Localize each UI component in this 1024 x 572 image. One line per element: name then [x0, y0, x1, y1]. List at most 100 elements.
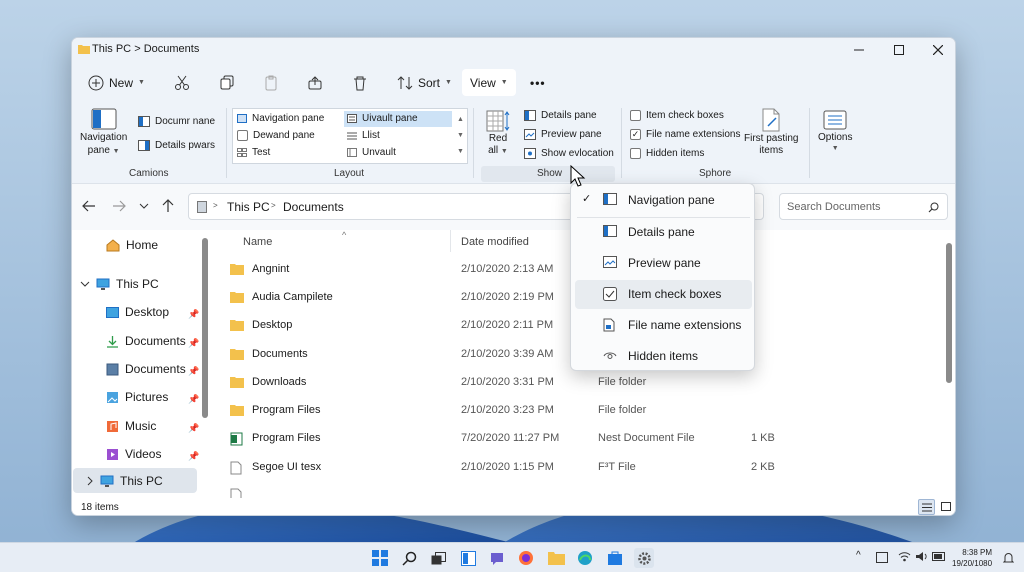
options-button[interactable]: Options ▼ — [818, 110, 852, 152]
forward-arrow-icon[interactable] — [112, 200, 126, 212]
checkmark-icon: ✓ — [582, 193, 592, 205]
first-pasting-items-button[interactable]: First pasting items — [744, 108, 798, 156]
pictures-icon — [107, 391, 118, 403]
file-row[interactable]: Downloads 2/10/2020 3:31 PM File folder — [230, 369, 930, 397]
layout-option-llist[interactable]: Llist — [347, 130, 380, 141]
view-button[interactable]: View ▼ — [462, 69, 516, 96]
pin-icon[interactable]: 📌 — [188, 423, 199, 434]
layout-option-unvault[interactable]: Unvault — [347, 147, 396, 158]
file-explorer-taskbar-button[interactable] — [546, 548, 566, 568]
chevron-up-icon[interactable]: ^ — [856, 550, 861, 561]
item-check-boxes-toggle[interactable]: Item check boxes — [630, 110, 724, 121]
file-list-scrollbar[interactable] — [946, 243, 952, 383]
sidebar-item-this-pc-bottom[interactable]: This PC — [86, 474, 163, 488]
menu-item-hidden-items[interactable]: Hidden items — [575, 342, 752, 371]
pin-icon[interactable]: 📌 — [188, 394, 199, 405]
task-view-button[interactable] — [428, 548, 448, 568]
menu-item-file-name-extensions[interactable]: File name extensions — [575, 311, 752, 340]
search-box[interactable]: Search Documents — [779, 193, 948, 220]
notification-icon[interactable] — [876, 552, 888, 563]
details-pane-icon — [603, 225, 617, 237]
show-details-pane-button[interactable]: Details pane — [524, 110, 597, 121]
delete-button[interactable] — [352, 69, 368, 96]
new-button[interactable]: New ▼ — [88, 69, 145, 96]
recent-chevron-icon[interactable] — [139, 202, 149, 210]
copy-button[interactable] — [219, 69, 235, 96]
layout-option-uivault-pane[interactable]: Uivault pane — [347, 113, 418, 124]
pin-icon[interactable]: 📌 — [188, 451, 199, 462]
edge-button[interactable] — [575, 548, 595, 568]
address-segment-documents[interactable]: Documents — [283, 200, 344, 214]
chat-app-button[interactable] — [487, 548, 507, 568]
tiles-view-button[interactable] — [938, 499, 954, 515]
computer-icon — [197, 201, 207, 213]
navigation-pane-large-button[interactable]: Navigation pane ▼ — [80, 108, 127, 156]
menu-item-preview-pane[interactable]: Preview pane — [575, 249, 752, 278]
file-row[interactable]: Segoe UI tesx 2/10/2020 1:15 PM F³T File… — [230, 454, 930, 482]
ribbon-divider — [473, 108, 474, 178]
settings-button[interactable] — [634, 548, 654, 568]
system-clock[interactable]: 8:38 PM 19/20/1080 — [952, 547, 992, 569]
minimize-button[interactable] — [839, 38, 879, 62]
column-header-date-modified[interactable]: Date modified — [461, 236, 529, 248]
layout-option-dewand-pane[interactable]: Dewand pane — [237, 130, 315, 141]
sidebar-scrollbar[interactable] — [202, 238, 208, 418]
ribbon: Navigation pane ▼ Documr nane Details pw… — [72, 102, 955, 184]
taskbar-search-button[interactable] — [399, 548, 419, 568]
layout-option-navigation-pane[interactable]: Navigation pane — [237, 113, 324, 124]
maximize-button[interactable] — [879, 38, 919, 62]
sidebar-item-desktop[interactable]: Desktop — [106, 305, 169, 319]
sidebar-item-documents[interactable]: Documents — [106, 334, 186, 348]
widgets-button[interactable] — [458, 548, 478, 568]
start-button[interactable] — [370, 548, 390, 568]
file-name: Segoe UI tesx — [252, 461, 322, 473]
file-name: Audia Campilete — [252, 291, 333, 303]
sidebar-item-home[interactable]: Home — [106, 238, 158, 252]
sidebar-item-music[interactable]: Music — [106, 419, 156, 433]
up-arrow-icon[interactable] — [162, 199, 174, 213]
paste-button[interactable] — [263, 69, 279, 96]
menu-item-navigation-pane[interactable]: ✓ Navigation pane — [575, 186, 752, 215]
layout-option-test[interactable]: Test — [237, 147, 270, 158]
more-button[interactable]: ••• — [530, 69, 546, 96]
cut-button[interactable] — [174, 69, 190, 96]
notification-bell-icon[interactable] — [1003, 552, 1014, 564]
sidebar-item-videos[interactable]: Videos — [106, 447, 161, 461]
chevron-down-icon: ▼ — [831, 145, 839, 152]
details-view-button[interactable] — [918, 499, 935, 515]
show-preview-pane-button[interactable]: Preview pane — [524, 129, 602, 140]
battery-icon[interactable] — [932, 552, 946, 561]
menu-item-details-pane[interactable]: Details pane — [575, 218, 752, 247]
close-button[interactable] — [918, 38, 955, 62]
file-row[interactable]: Program Files 2/10/2020 3:23 PM File fol… — [230, 397, 930, 425]
column-header-name[interactable]: Name — [243, 236, 272, 248]
sort-button[interactable]: Sort ▼ — [397, 69, 452, 96]
sidebar-item-label: Videos — [125, 447, 162, 461]
hidden-items-toggle[interactable]: Hidden items — [630, 148, 704, 159]
clock-time: 8:38 PM — [962, 548, 993, 557]
red-all-button[interactable]: Red all ▼ — [486, 110, 510, 156]
volume-icon[interactable] — [915, 551, 928, 562]
menu-item-item-check-boxes[interactable]: Item check boxes — [575, 280, 752, 309]
search-icon — [928, 202, 939, 213]
gallery-scroll-arrows[interactable]: ▲ ▼ ▼ — [457, 112, 464, 160]
file-row[interactable]: Program Files 7/20/2020 11:27 PM Nest Do… — [230, 425, 930, 453]
layout-option-label: Navigation pane — [252, 113, 325, 124]
wifi-icon[interactable] — [898, 551, 911, 562]
store-button[interactable] — [605, 548, 625, 568]
pin-icon[interactable]: 📌 — [188, 309, 199, 320]
file-name-extensions-toggle[interactable]: ✓ File name extensions — [630, 129, 741, 140]
pin-icon[interactable]: 📌 — [188, 338, 199, 349]
back-arrow-icon[interactable] — [82, 200, 96, 212]
details-pane-button[interactable]: Details pwars — [138, 140, 215, 151]
show-evlocation-button[interactable]: Show evlocation — [524, 148, 614, 159]
share-button[interactable] — [307, 69, 323, 96]
sidebar-item-pictures[interactable]: Pictures — [106, 390, 168, 404]
pin-icon[interactable]: 📌 — [188, 366, 199, 377]
documents-pane-button[interactable]: Documr nane — [138, 116, 215, 127]
show-details-pane-label: Details pane — [541, 110, 597, 121]
firefox-button[interactable] — [516, 548, 536, 568]
sidebar-item-this-pc[interactable]: This PC — [80, 277, 159, 291]
sidebar-item-documents-2[interactable]: Documents — [106, 362, 186, 376]
address-segment-this-pc[interactable]: This PC — [227, 200, 270, 214]
